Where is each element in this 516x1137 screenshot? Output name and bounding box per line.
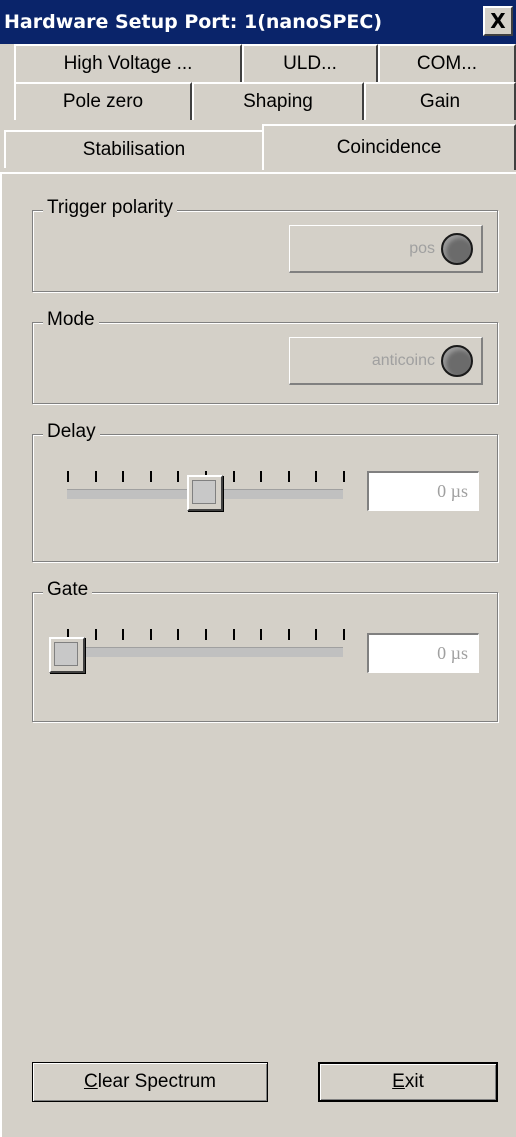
- trigger-polarity-label: Trigger polarity: [43, 197, 178, 219]
- slider-tick: [122, 629, 125, 640]
- exit-button[interactable]: Exit: [318, 1062, 498, 1102]
- slider-tick: [232, 471, 235, 482]
- coincidence-panel: Trigger polarity pos Mode anticoinc Dela…: [0, 172, 516, 1137]
- delay-value-field[interactable]: 0 µs: [367, 471, 479, 511]
- trigger-polarity-group: Trigger polarity pos: [32, 197, 498, 292]
- slider-tick: [205, 629, 207, 640]
- clear-spectrum-label: lear Spectrum: [97, 1071, 216, 1092]
- mode-toggle[interactable]: anticoinc: [289, 337, 483, 385]
- slider-tick: [149, 471, 152, 482]
- gate-group: Gate 0 µs: [32, 579, 498, 722]
- slider-tick: [343, 471, 345, 482]
- gate-slider-thumb[interactable]: [49, 637, 85, 673]
- slider-tick: [287, 471, 290, 482]
- slider-tick: [287, 629, 290, 640]
- slider-tick: [177, 629, 180, 640]
- tab-pole-zero[interactable]: Pole zero: [14, 82, 192, 120]
- delay-slider-thumb[interactable]: [187, 475, 223, 511]
- tab-gain[interactable]: Gain: [364, 82, 516, 120]
- gate-label: Gate: [43, 579, 93, 601]
- tab-stabilisation[interactable]: Stabilisation: [4, 130, 264, 168]
- mode-value: anticoinc: [371, 351, 435, 369]
- slider-tick: [149, 629, 152, 640]
- tab-coincidence[interactable]: Coincidence: [262, 124, 516, 170]
- delay-label: Delay: [43, 421, 100, 443]
- clear-spectrum-mnemonic: C: [83, 1071, 98, 1092]
- tab-shaping[interactable]: Shaping: [192, 82, 364, 120]
- led-off-icon: [441, 232, 473, 265]
- slider-tick: [315, 471, 318, 482]
- mode-group: Mode anticoinc: [32, 309, 498, 404]
- tab-strip: High Voltage ... ULD... COM... Pole zero…: [0, 44, 516, 174]
- clear-spectrum-button[interactable]: Clear Spectrum: [32, 1062, 268, 1102]
- exit-label: xit: [404, 1071, 424, 1092]
- delay-group: Delay 0 µs: [32, 421, 498, 562]
- window-title: Hardware Setup Port: 1(nanoSPEC): [4, 11, 383, 33]
- slider-tick: [94, 629, 97, 640]
- slider-tick: [94, 471, 97, 482]
- led-off-icon: [441, 344, 473, 377]
- slider-tick: [67, 471, 69, 482]
- exit-mnemonic: E: [392, 1071, 405, 1092]
- slider-tick: [260, 629, 263, 640]
- trigger-polarity-value: pos: [409, 239, 435, 257]
- slider-tick: [177, 471, 180, 482]
- gate-value-field[interactable]: 0 µs: [367, 633, 479, 673]
- slider-tick: [260, 471, 263, 482]
- slider-tick: [122, 471, 125, 482]
- close-button[interactable]: X: [483, 6, 513, 36]
- close-icon: X: [490, 9, 506, 33]
- tab-uld[interactable]: ULD...: [242, 44, 378, 82]
- slider-tick: [232, 629, 235, 640]
- gate-slider-track[interactable]: [67, 647, 343, 657]
- mode-label: Mode: [43, 309, 99, 331]
- title-bar: Hardware Setup Port: 1(nanoSPEC) X: [0, 0, 516, 44]
- trigger-polarity-toggle[interactable]: pos: [289, 225, 483, 273]
- slider-tick: [315, 629, 318, 640]
- tab-com[interactable]: COM...: [378, 44, 516, 82]
- slider-tick: [343, 629, 345, 640]
- tab-high-voltage[interactable]: High Voltage ...: [14, 44, 242, 82]
